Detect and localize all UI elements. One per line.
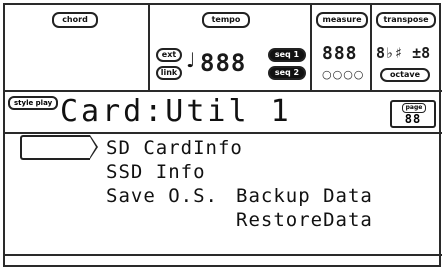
page-header: style play Card:Util 1 page 88 <box>4 92 442 132</box>
page-indicator: page 88 <box>390 100 436 128</box>
chord-label: chord <box>52 12 98 28</box>
link-indicator: link <box>156 66 182 80</box>
seq1-indicator: seq 1 <box>268 48 306 62</box>
page-indicator-value: 88 <box>404 112 422 126</box>
menu-item-backup-data[interactable]: Backup Data <box>236 184 373 208</box>
status-bar: chord tempo ext link ♩ 888 seq 1 seq 2 m… <box>4 4 440 90</box>
measure-value: 888 <box>322 43 358 64</box>
transpose-panel: transpose 8♭♯ ±8 octave <box>372 4 440 90</box>
transpose-value: 8♭♯ ±8 <box>376 44 431 62</box>
page-title: Card:Util 1 <box>60 94 292 129</box>
beat-indicators: ○○○○ <box>322 68 365 81</box>
menu-item-ssd-info[interactable]: SSD Info <box>106 160 206 184</box>
tempo-value: 888 <box>200 49 247 77</box>
menu-item-restore-data[interactable]: RestoreData <box>236 208 373 232</box>
seq2-indicator: seq 2 <box>268 66 306 80</box>
measure-label: measure <box>316 12 368 28</box>
ext-indicator: ext <box>156 48 182 62</box>
menu-item-sd-cardinfo[interactable]: SD CardInfo <box>106 136 243 160</box>
menu-item-save-os[interactable]: Save O.S. <box>106 184 218 208</box>
transpose-label: transpose <box>376 12 436 28</box>
footer-divider <box>4 254 442 256</box>
selection-arrow-inner <box>90 137 96 157</box>
measure-panel: measure 888 ○○○○ <box>312 4 372 90</box>
selection-cursor <box>20 135 90 160</box>
tempo-label: tempo <box>202 12 250 28</box>
title-divider <box>4 132 442 134</box>
mode-badge: style play <box>8 96 59 110</box>
octave-label: octave <box>380 68 430 82</box>
tempo-panel: tempo ext link ♩ 888 seq 1 seq 2 <box>150 4 312 90</box>
chord-panel: chord <box>4 4 150 90</box>
quarter-note-icon: ♩ <box>186 48 196 72</box>
